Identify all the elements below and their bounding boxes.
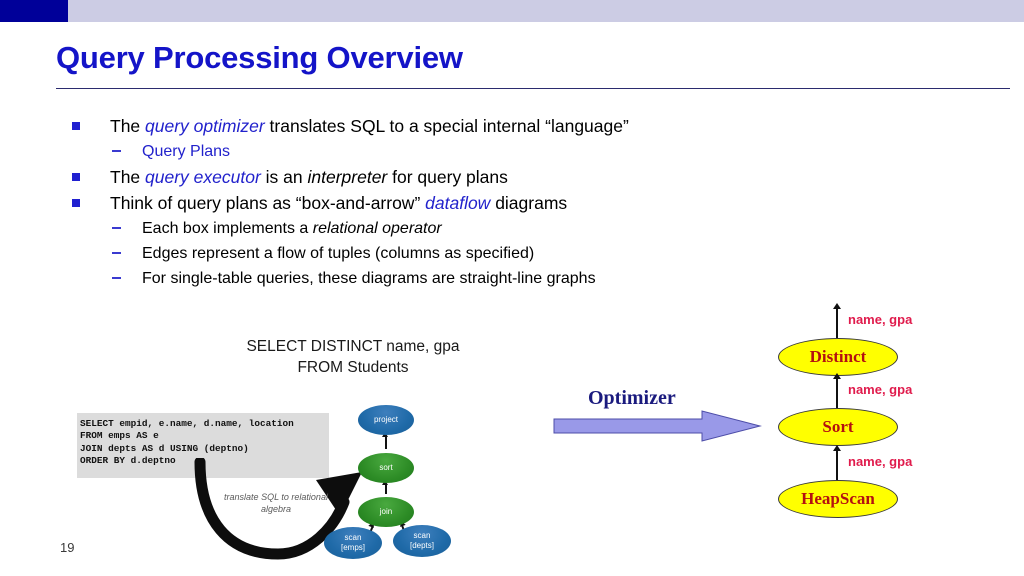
- plan-node-scan-emps-label2: [emps]: [340, 543, 365, 552]
- optimizer-label: Optimizer: [588, 387, 676, 409]
- optimized-plan-figure: name, gpa Distinct name, gpa Sort name, …: [760, 300, 970, 540]
- bullet-dash-icon: [112, 252, 121, 254]
- plan-node-project: project: [358, 405, 414, 435]
- bullet-text-run: query executor: [145, 167, 261, 187]
- arrowhead-distinct-output: [833, 303, 841, 309]
- plan-node-sort-yellow-label: Sort: [822, 417, 854, 436]
- bullet-item-level1: The query executor is an interpreter for…: [70, 164, 970, 190]
- edge-sort-to-project: [385, 435, 387, 449]
- sql-caption-line1: SELECT DISTINCT name, gpa: [246, 338, 460, 355]
- bullet-text-run: Edges represent a flow of tuples (column…: [142, 245, 535, 262]
- arrowhead-heapscan-to-sort: [833, 445, 841, 451]
- slide-number: 19: [60, 540, 75, 555]
- plan-node-scan-depts: scan [depts]: [393, 525, 451, 557]
- bullet-square-icon: [72, 122, 80, 130]
- bullet-square-icon: [72, 173, 80, 181]
- plan-node-heapscan: HeapScan: [778, 480, 898, 518]
- bullet-text-run: Think of query plans as “box-and-arrow”: [110, 193, 426, 213]
- plan-node-scan-depts-label1: scan: [413, 531, 431, 540]
- bullet-item-level1: Think of query plans as “box-and-arrow” …: [70, 190, 970, 216]
- bullet-text-run: is an: [260, 167, 308, 187]
- plan-node-scan-emps: scan [emps]: [324, 527, 382, 559]
- plan-node-distinct-label: Distinct: [809, 347, 867, 366]
- plan-node-sort-yellow: Sort: [778, 408, 898, 446]
- bullet-square-icon: [72, 199, 80, 207]
- edge-distinct-output: [836, 308, 838, 338]
- bullet-text-run: translates SQL to a special internal “la…: [264, 116, 629, 136]
- edge-heapscan-to-sort: [836, 450, 838, 480]
- plan-node-heapscan-label: HeapScan: [801, 489, 875, 508]
- bullet-dash-icon: [112, 227, 121, 229]
- bullet-text-run: query optimizer: [145, 116, 265, 136]
- bullet-text-run: dataflow: [425, 193, 491, 213]
- plan-node-sort: sort: [358, 453, 414, 483]
- top-banner: [0, 0, 1024, 22]
- plan-node-sort-label: sort: [379, 463, 393, 472]
- bullet-text-run: The: [110, 116, 146, 136]
- bullet-dash-icon: [112, 277, 121, 279]
- bullet-dash-icon: [112, 150, 121, 152]
- edge-label-distinct-output: name, gpa: [848, 312, 913, 327]
- bullet-text-run: For single-table queries, these diagrams…: [142, 270, 596, 287]
- edge-sort-to-distinct: [836, 378, 838, 408]
- edge-label-sort-to-distinct: name, gpa: [848, 382, 913, 397]
- bullet-text-run: for query plans: [387, 167, 508, 187]
- bullet-text-run: relational operator: [312, 220, 442, 237]
- bullet-text-run: Query Plans: [142, 143, 231, 160]
- bullet-text-run: Each box implements a: [142, 220, 313, 237]
- bullet-text-run: diagrams: [490, 193, 568, 213]
- bullet-item-level1: The query optimizer translates SQL to a …: [70, 113, 970, 139]
- plan-node-project-label: project: [373, 415, 398, 424]
- bullet-item-level2: Edges represent a flow of tuples (column…: [70, 241, 970, 266]
- plan-node-join: join: [358, 497, 414, 527]
- left-example-figure: SELECT empid, e.name, d.name, location F…: [66, 396, 466, 572]
- bullet-text-run: interpreter: [307, 167, 388, 187]
- banner-accent-block: [0, 0, 68, 22]
- arrowhead-sort-to-distinct: [833, 373, 841, 379]
- edge-label-heapscan-to-sort: name, gpa: [848, 454, 913, 469]
- optimizer-arrow-icon: [553, 410, 762, 442]
- plan-node-join-label: join: [379, 507, 393, 516]
- plan-node-distinct: Distinct: [778, 338, 898, 376]
- bullet-item-level2: Query Plans: [70, 139, 970, 164]
- sql-caption-line2: FROM Students: [297, 359, 409, 376]
- title-divider: [56, 88, 1010, 89]
- page-title: Query Processing Overview: [56, 40, 463, 75]
- bullet-text-run: The: [110, 167, 146, 187]
- plan-node-scan-emps-label1: scan: [344, 533, 362, 542]
- bullet-item-level2: Each box implements a relational operato…: [70, 216, 970, 241]
- bullet-item-level2: For single-table queries, these diagrams…: [70, 266, 970, 291]
- plan-node-scan-depts-label2: [depts]: [409, 541, 434, 550]
- sql-caption: SELECT DISTINCT name, gpa FROM Students: [228, 336, 478, 378]
- translate-arrow-label: translate SQL to relational algebra: [224, 492, 328, 514]
- bullet-list: The query optimizer translates SQL to a …: [70, 113, 970, 291]
